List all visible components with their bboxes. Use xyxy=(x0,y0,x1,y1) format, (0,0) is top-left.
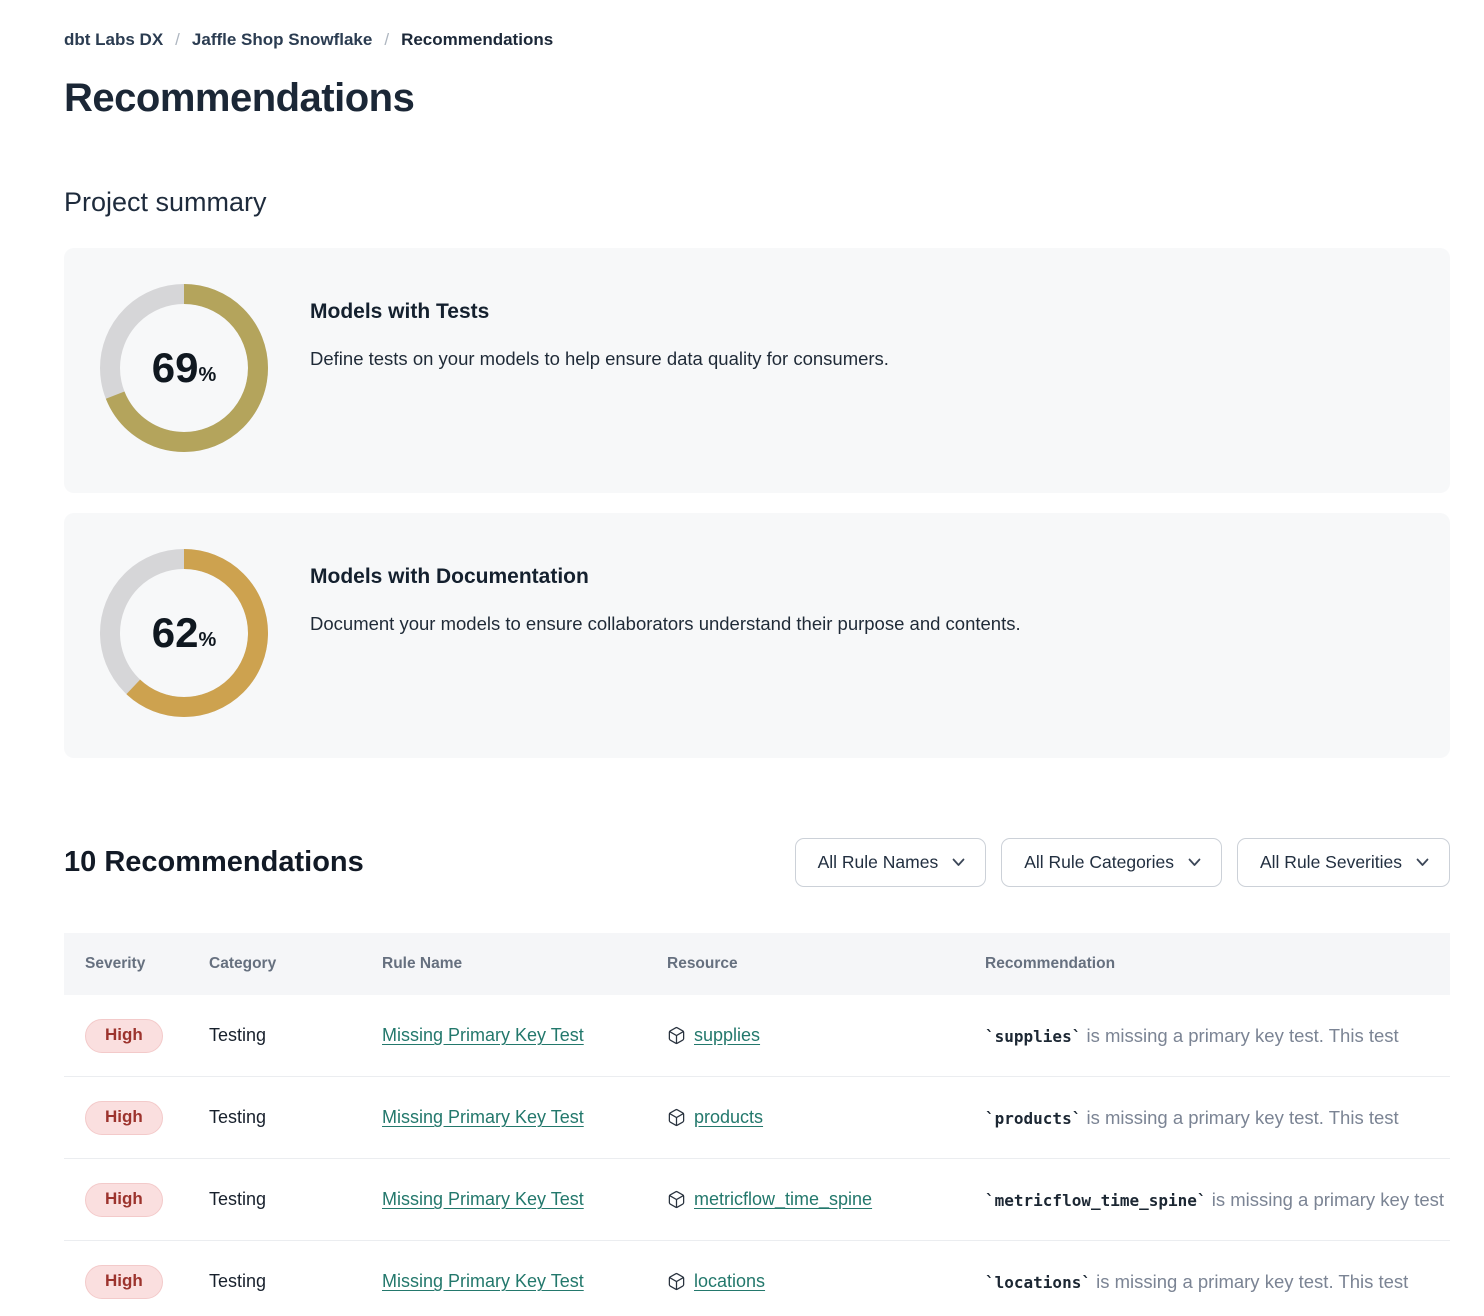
recommendation-code: `products` xyxy=(985,1109,1081,1128)
resource-link[interactable]: supplies xyxy=(694,1025,760,1046)
resource-link[interactable]: locations xyxy=(694,1271,765,1292)
breadcrumb-item-jaffle-shop-snowflake[interactable]: Jaffle Shop Snowflake xyxy=(192,30,372,50)
breadcrumb-separator: / xyxy=(384,30,389,50)
model-box-icon xyxy=(667,1026,686,1045)
table-row: High Testing Missing Primary Key Test su… xyxy=(64,995,1450,1077)
rule-names-filter-dropdown[interactable]: All Rule Names xyxy=(795,838,987,887)
summary-card-models-with-tests: 69 % Models with Tests Define tests on y… xyxy=(64,248,1450,493)
category-label: Testing xyxy=(209,1271,266,1291)
column-header-recommendation: Recommendation xyxy=(985,955,1450,973)
recommendation-text: is missing a primary key test. This test xyxy=(1081,1025,1398,1046)
donut-percent-symbol: % xyxy=(198,629,216,652)
breadcrumb-item-recommendations: Recommendations xyxy=(401,30,553,50)
recommendations-table: Severity Category Rule Name Resource Rec… xyxy=(64,933,1450,1316)
recommendation-text: is missing a primary key test. This test xyxy=(1091,1271,1408,1292)
severity-badge-high: High xyxy=(85,1101,163,1135)
column-header-resource: Resource xyxy=(667,955,985,973)
rule-name-link[interactable]: Missing Primary Key Test xyxy=(382,1107,584,1127)
column-header-category: Category xyxy=(209,955,382,973)
chevron-down-icon xyxy=(952,858,965,867)
resource-link[interactable]: products xyxy=(694,1107,763,1128)
model-box-icon xyxy=(667,1190,686,1209)
rule-categories-filter-dropdown[interactable]: All Rule Categories xyxy=(1001,838,1222,887)
table-row: High Testing Missing Primary Key Test me… xyxy=(64,1159,1450,1241)
recommendation-code: `locations` xyxy=(985,1273,1091,1292)
donut-percent-value: 62 xyxy=(152,612,199,654)
category-label: Testing xyxy=(209,1025,266,1045)
donut-percent-symbol: % xyxy=(198,364,216,387)
tests-coverage-donut-chart: 69 % xyxy=(100,284,268,452)
filter-label: All Rule Names xyxy=(818,852,939,873)
recommendation-code: `supplies` xyxy=(985,1027,1081,1046)
severity-badge-high: High xyxy=(85,1019,163,1053)
recommendation-text: is missing a primary key test xyxy=(1207,1189,1444,1210)
documentation-coverage-donut-chart: 62 % xyxy=(100,549,268,717)
severity-badge-high: High xyxy=(85,1265,163,1299)
column-header-severity: Severity xyxy=(85,955,209,973)
summary-card-models-with-documentation: 62 % Models with Documentation Document … xyxy=(64,513,1450,758)
table-header-row: Severity Category Rule Name Resource Rec… xyxy=(64,933,1450,995)
rule-name-link[interactable]: Missing Primary Key Test xyxy=(382,1271,584,1291)
donut-center-label: 62 % xyxy=(100,549,268,717)
chevron-down-icon xyxy=(1416,858,1429,867)
column-header-rule-name: Rule Name xyxy=(382,955,667,973)
recommendations-page: dbt Labs DX / Jaffle Shop Snowflake / Re… xyxy=(0,0,1484,1316)
filter-label: All Rule Categories xyxy=(1024,852,1174,873)
card-title: Models with Documentation xyxy=(310,565,1021,589)
category-label: Testing xyxy=(209,1107,266,1127)
donut-center-label: 69 % xyxy=(100,284,268,452)
donut-percent-value: 69 xyxy=(152,347,199,389)
table-row: High Testing Missing Primary Key Test lo… xyxy=(64,1241,1450,1316)
card-description: Document your models to ensure collabora… xyxy=(310,613,1021,635)
model-box-icon xyxy=(667,1108,686,1127)
resource-link[interactable]: metricflow_time_spine xyxy=(694,1189,872,1210)
breadcrumb-separator: / xyxy=(175,30,180,50)
rule-severities-filter-dropdown[interactable]: All Rule Severities xyxy=(1237,838,1450,887)
filter-bar: All Rule Names All Rule Categories All R… xyxy=(795,838,1450,887)
breadcrumb-item-dbt-labs-dx[interactable]: dbt Labs DX xyxy=(64,30,163,50)
table-row: High Testing Missing Primary Key Test pr… xyxy=(64,1077,1450,1159)
recommendation-code: `metricflow_time_spine` xyxy=(985,1191,1207,1210)
rule-name-link[interactable]: Missing Primary Key Test xyxy=(382,1025,584,1045)
recommendation-text: is missing a primary key test. This test xyxy=(1081,1107,1398,1128)
rule-name-link[interactable]: Missing Primary Key Test xyxy=(382,1189,584,1209)
card-description: Define tests on your models to help ensu… xyxy=(310,348,889,370)
model-box-icon xyxy=(667,1272,686,1291)
card-title: Models with Tests xyxy=(310,300,889,324)
severity-badge-high: High xyxy=(85,1183,163,1217)
project-summary-heading: Project summary xyxy=(64,187,1450,218)
chevron-down-icon xyxy=(1188,858,1201,867)
recommendations-count-heading: 10 Recommendations xyxy=(64,846,364,879)
breadcrumb: dbt Labs DX / Jaffle Shop Snowflake / Re… xyxy=(64,30,1450,50)
page-title: Recommendations xyxy=(64,76,1450,121)
category-label: Testing xyxy=(209,1189,266,1209)
filter-label: All Rule Severities xyxy=(1260,852,1402,873)
